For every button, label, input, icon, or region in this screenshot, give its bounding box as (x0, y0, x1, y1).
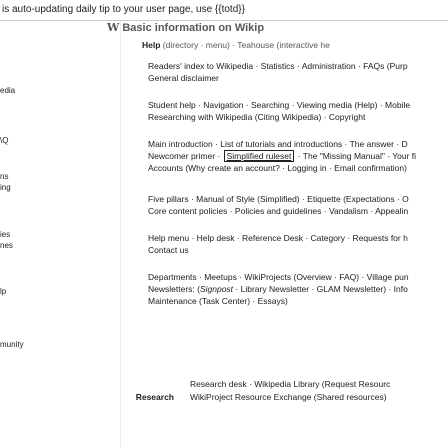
section-line[interactable]: Main introduction · List of tutorials an… (148, 138, 448, 150)
section-readers: Readers' index to Wikipedia · Statistics… (148, 60, 448, 84)
newsletters-label: Newsletters: ( (148, 284, 200, 294)
top-banner-text: is auto-updating daily tip to your user … (2, 4, 245, 15)
section-line[interactable]: Maintenance (Task Center) · Essays) (148, 295, 448, 307)
newcomer-primer-link[interactable]: Newcomer primer · (148, 151, 223, 161)
signpost-link[interactable]: Signpost (200, 284, 233, 294)
left-label[interactable]: nes (0, 240, 13, 251)
navbox-title-text[interactable]: Basic information on Wikip (122, 22, 264, 34)
section-line[interactable]: Student help · Navigation · Searching · … (148, 99, 448, 111)
navbox-title: W Basic information on Wikip (107, 21, 264, 34)
simplified-ruleset-link[interactable]: Simplified ruleset (223, 150, 295, 162)
left-label[interactable]: ies (0, 229, 10, 240)
navbox-help-row: Help (directory · menu) · Teahouse (inte… (142, 40, 330, 50)
wikipedia-logo-icon: W (107, 21, 120, 34)
section-line[interactable]: Readers' index to Wikipedia · Statistics… (148, 60, 448, 72)
section-community: Departments · Meetups · WikiProjects (Ov… (148, 271, 448, 307)
section-student: Student help · Navigation · Searching · … (148, 99, 448, 123)
left-label[interactable]: lp (0, 286, 6, 297)
research-row: Research Research desk · Wikipedia Libra… (134, 378, 448, 428)
section-line[interactable]: Help menu · Help desk · Reference Desk ·… (148, 232, 448, 244)
top-banner: is auto-updating daily tip to your user … (0, 0, 448, 21)
section-line[interactable]: Five pillars · Manual of Style (Simplifi… (148, 193, 448, 205)
left-label[interactable]: \Q (0, 135, 8, 146)
help-label[interactable]: Help (142, 40, 160, 50)
section-line: Newcomer primer · Simplified ruleset · T… (148, 150, 448, 162)
left-label[interactable]: ing (0, 182, 11, 193)
missing-manual-link[interactable]: · The "Missing Manual" · Your fi (295, 151, 416, 161)
section-line[interactable]: Researching with Wikipedia (Citing Wikip… (148, 111, 448, 123)
section-line[interactable]: General disclaimer (148, 72, 448, 84)
section-line[interactable]: Departments · Meetups · WikiProjects (Ov… (148, 271, 448, 283)
section-intro: Main introduction · List of tutorials an… (148, 138, 448, 174)
section-line: Newsletters: (Signpost · Library Newslet… (148, 283, 448, 295)
research-line[interactable]: WikiProject Resource Exchange (Shared re… (190, 391, 390, 404)
left-label[interactable]: edia (0, 85, 15, 96)
research-links: Research desk · Wikipedia Library (Reque… (190, 378, 390, 404)
section-line[interactable]: Core content policies · Policies and gui… (148, 205, 448, 217)
section-pillars: Five pillars · Manual of Style (Simplifi… (148, 193, 448, 217)
left-label[interactable]: munity (0, 339, 24, 350)
left-label[interactable]: ns (0, 171, 8, 182)
newsletter-links[interactable]: · Library Newsletter · GLAM Newsletter) … (233, 284, 407, 294)
section-line[interactable]: Contact us (148, 244, 448, 256)
help-links[interactable]: (directory · menu) · Teahouse (interacti… (163, 40, 330, 50)
research-label: Research (135, 392, 174, 402)
research-line[interactable]: Research desk · Wikipedia Library (Reque… (190, 378, 390, 391)
section-help-menu: Help menu · Help desk · Reference Desk ·… (148, 232, 448, 256)
left-column: edia \Q ns ing ies nes lp munity (0, 21, 121, 448)
section-line[interactable]: Accounts (Why create an account? · Loggi… (148, 162, 448, 174)
